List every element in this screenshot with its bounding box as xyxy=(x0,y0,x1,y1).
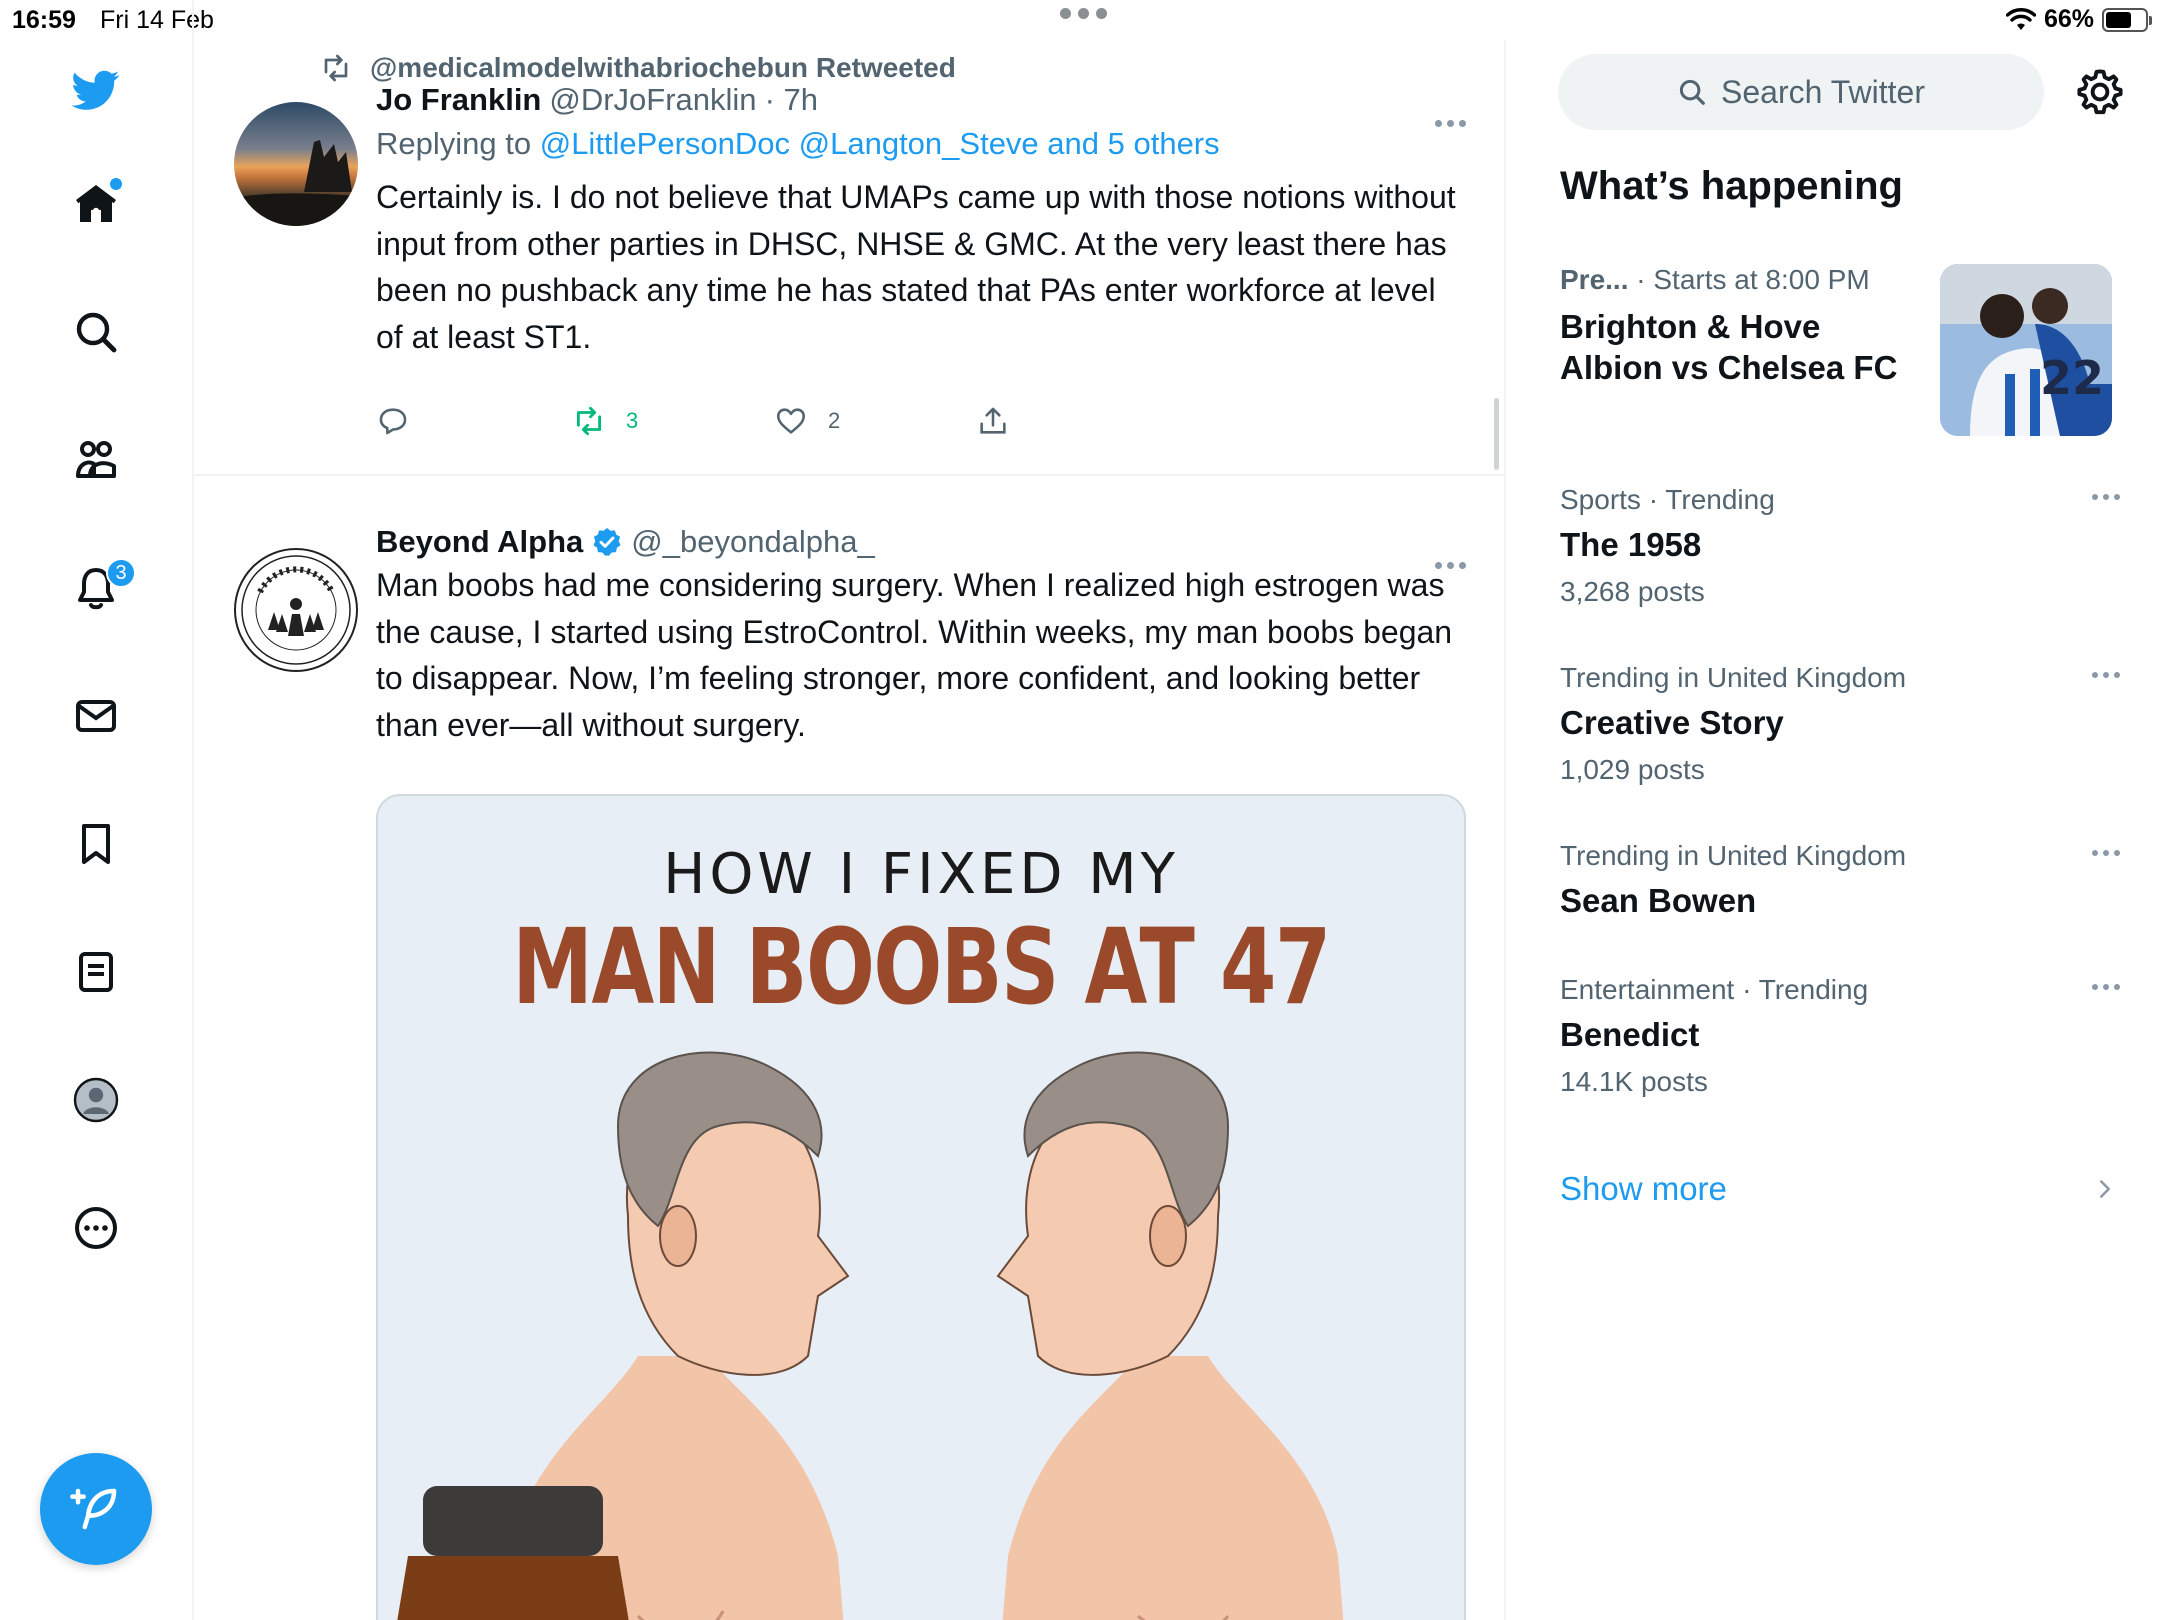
search-placeholder: Search Twitter xyxy=(1721,73,1925,110)
tweet-text: Certainly is. I do not believe that UMAP… xyxy=(376,179,1456,355)
trend-item[interactable]: Sports · Trending The 1958 3,268 posts xyxy=(1560,484,2120,608)
trend-more-options-button[interactable] xyxy=(2092,850,2120,856)
tweet-text: Man boobs had me considering surgery. Wh… xyxy=(376,567,1453,743)
show-more-link[interactable]: Show more xyxy=(1560,1170,2120,1208)
event-category: Pre... xyxy=(1560,264,1629,295)
multitasking-dots-icon[interactable] xyxy=(1060,8,1107,19)
avatar[interactable] xyxy=(234,102,358,226)
trend-item[interactable]: Trending in United Kingdom Sean Bowen xyxy=(1560,840,2120,920)
timeline[interactable]: @medicalmodelwithabriochebun Retweeted J… xyxy=(194,40,1506,1620)
replying-to-label: Replying to xyxy=(376,126,532,161)
trend-post-count: 3,268 posts xyxy=(1560,576,1705,607)
communities-icon[interactable] xyxy=(66,430,126,490)
ad-headline-line2: MAN BOOBS AT 47 xyxy=(512,906,1331,1028)
retweet-icon xyxy=(576,406,602,436)
ad-headline-line1: HOW I FIXED MY xyxy=(663,842,1179,907)
reply-button[interactable] xyxy=(376,404,410,438)
trend-post-count: 1,029 posts xyxy=(1560,754,1705,785)
trend-more-options-button[interactable] xyxy=(2092,494,2120,500)
svg-text:22: 22 xyxy=(2040,351,2104,405)
trend-name: The 1958 xyxy=(1560,526,1702,563)
replying-to-line: Replying to @LittlePersonDoc @Langton_St… xyxy=(376,126,1466,162)
avatar[interactable] xyxy=(234,548,358,672)
battery-icon xyxy=(2102,7,2152,32)
home-new-dot xyxy=(110,178,122,190)
reply-icon xyxy=(379,408,407,435)
share-button[interactable] xyxy=(976,404,1010,438)
search-icon xyxy=(1679,79,1705,105)
retweet-count: 3 xyxy=(626,408,639,433)
home-icon[interactable] xyxy=(66,174,126,234)
retweet-context: @medicalmodelwithabriochebun Retweeted xyxy=(318,52,956,84)
trend-category: Trending in United Kingdom xyxy=(1560,840,1907,871)
trend-item[interactable]: Trending in United Kingdom Creative Stor… xyxy=(1560,662,2120,786)
trend-post-count: 14.1K posts xyxy=(1560,1066,1708,1097)
trend-name: Creative Story xyxy=(1560,704,1784,741)
share-icon xyxy=(980,407,1006,434)
tweet-time[interactable]: · 7h xyxy=(765,82,818,118)
event-title: Brighton & Hove Albion vs Chelsea FC xyxy=(1560,308,1898,386)
profile-avatar-icon[interactable] xyxy=(66,1070,126,1130)
notifications-bell-icon[interactable]: 3 xyxy=(66,558,136,618)
bookmark-icon[interactable] xyxy=(66,814,126,874)
heart-icon xyxy=(776,408,806,434)
lists-icon[interactable] xyxy=(66,942,126,1002)
retweeted-by-label: @medicalmodelwithabriochebun Retweeted xyxy=(370,52,956,83)
trend-more-options-button[interactable] xyxy=(2092,984,2120,990)
compose-tweet-button[interactable] xyxy=(40,1453,152,1565)
trend-category: Entertainment · Trending xyxy=(1560,974,1869,1005)
tweet-media-image[interactable]: HOW I FIXED MY MAN BOOBS AT 47 xyxy=(376,794,1466,1620)
like-count: 2 xyxy=(828,408,841,433)
search-icon[interactable] xyxy=(66,302,126,362)
replying-to-links[interactable]: @LittlePersonDoc @Langton_Steve and 5 ot… xyxy=(540,126,1220,161)
tweet[interactable]: @medicalmodelwithabriochebun Retweeted J… xyxy=(194,40,1504,476)
tweet-actions: 3 2 xyxy=(376,404,1076,444)
messages-mail-icon[interactable] xyxy=(66,686,126,746)
show-more-label: Show more xyxy=(1560,1170,1727,1207)
trend-name: Benedict xyxy=(1560,1016,1700,1053)
trend-event-card[interactable]: Pre... · Starts at 8:00 PM Brighton & Ho… xyxy=(1560,264,2120,440)
trend-category: Trending in United Kingdom xyxy=(1560,662,1907,693)
trend-item[interactable]: Entertainment · Trending Benedict 14.1K … xyxy=(1560,974,2120,1098)
tweet-more-options-button[interactable] xyxy=(1435,562,1466,569)
settings-gear-icon[interactable] xyxy=(2074,66,2126,118)
author-name[interactable]: Beyond Alpha xyxy=(376,524,583,560)
notifications-badge: 3 xyxy=(106,558,136,588)
chevron-right-icon xyxy=(2100,1180,2110,1198)
right-sidebar: Search Twitter What’s happening Pre... ·… xyxy=(1508,40,2160,1620)
author-name[interactable]: Jo Franklin xyxy=(376,82,541,118)
trend-name: Sean Bowen xyxy=(1560,882,1757,919)
event-time: · Starts at 8:00 PM xyxy=(1636,264,1870,295)
event-thumbnail-image: 22 xyxy=(1940,264,2112,436)
compose-feather-icon xyxy=(70,1488,117,1530)
tweet[interactable]: Beyond Alpha @_beyondalpha_ Man boobs ha… xyxy=(194,478,1504,1620)
tweet-more-options-button[interactable] xyxy=(1435,120,1466,127)
status-bar: 16:59 Fri 14 Feb 66% xyxy=(0,0,2160,40)
trend-more-options-button[interactable] xyxy=(2092,672,2120,678)
author-handle[interactable]: @_beyondalpha_ xyxy=(631,524,875,560)
retweet-button[interactable]: 3 xyxy=(572,404,638,438)
retweet-icon xyxy=(324,54,348,82)
author-handle[interactable]: @DrJoFranklin xyxy=(549,82,756,118)
twitter-logo-icon[interactable] xyxy=(66,60,126,120)
left-nav: 3 xyxy=(0,0,194,1620)
like-button[interactable]: 2 xyxy=(774,404,840,438)
more-circle-icon[interactable] xyxy=(66,1198,126,1258)
beyond-alpha-logo xyxy=(241,555,351,665)
search-bar[interactable]: Search Twitter xyxy=(1558,54,2044,130)
verified-badge-icon xyxy=(593,528,621,556)
battery-percent: 66% xyxy=(2043,5,2094,33)
trend-category: Sports · Trending xyxy=(1560,484,1775,515)
whats-happening-title: What’s happening xyxy=(1560,164,1903,208)
wifi-icon xyxy=(2005,7,2036,30)
